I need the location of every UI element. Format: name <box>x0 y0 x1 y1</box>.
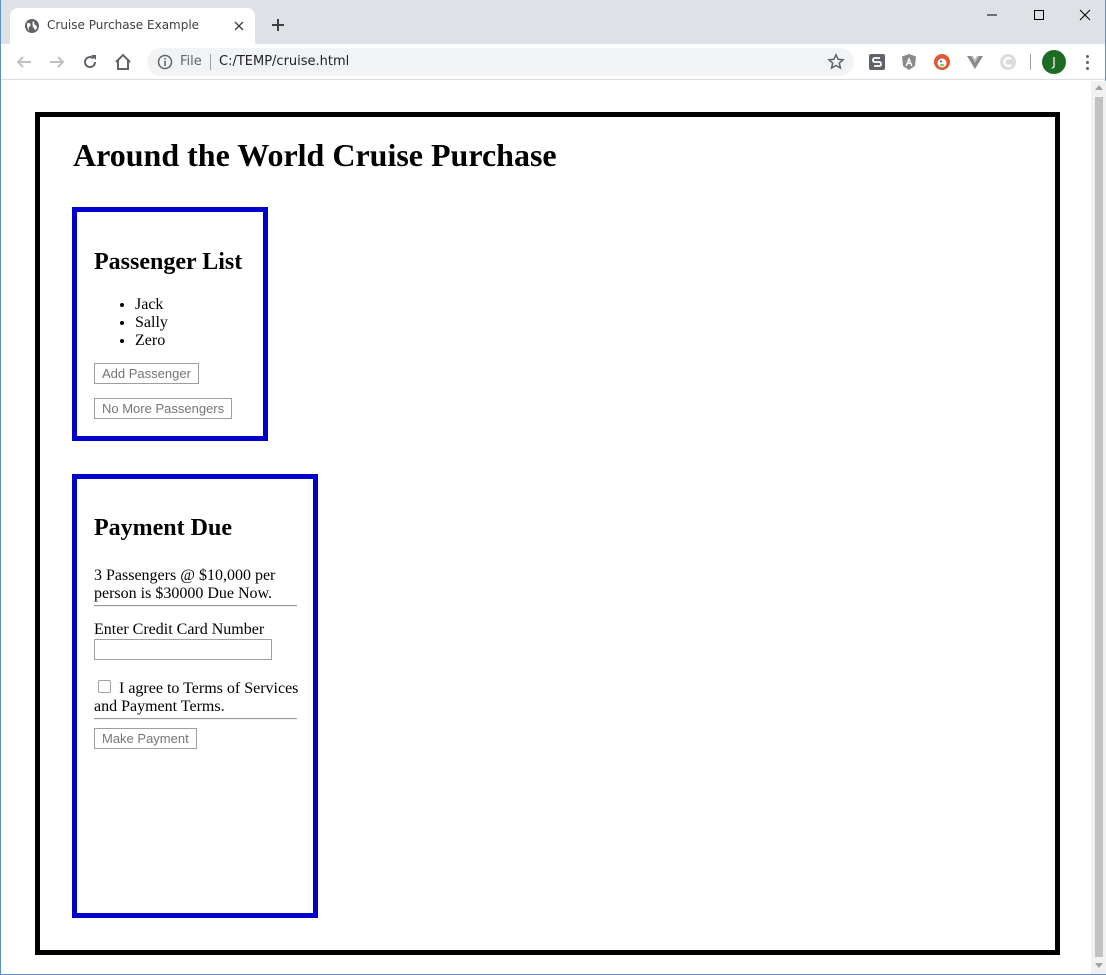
vertical-scrollbar[interactable] <box>1091 81 1106 974</box>
home-icon[interactable] <box>111 50 135 74</box>
credit-card-label: Enter Credit Card Number <box>94 621 265 638</box>
address-bar[interactable]: File C:/TEMP/cruise.html <box>147 48 854 76</box>
url-text[interactable]: C:/TEMP/cruise.html <box>219 54 349 69</box>
list-item: Sally <box>135 314 168 332</box>
scrollbar-thumb[interactable] <box>1095 97 1103 957</box>
duckduckgo-icon[interactable] <box>932 52 952 72</box>
passenger-list: Jack Sally Zero <box>94 296 168 350</box>
profile-avatar[interactable]: J <box>1042 50 1066 74</box>
forward-arrow-icon[interactable] <box>45 50 69 74</box>
title-bar: Cruise Purchase Example <box>1 0 1105 44</box>
menu-kebab-icon[interactable] <box>1079 52 1095 72</box>
list-item: Jack <box>135 296 168 314</box>
credit-card-input[interactable] <box>94 639 272 660</box>
tab-title: Cruise Purchase Example <box>47 18 200 32</box>
close-window-icon[interactable] <box>1062 4 1106 26</box>
payment-due-panel: Payment Due 3 Passengers @ $10,000 per p… <box>72 474 318 918</box>
divider <box>94 605 297 607</box>
maximize-icon[interactable] <box>1016 4 1062 26</box>
toolbar-separator <box>1030 54 1031 70</box>
terms-checkbox[interactable] <box>98 680 111 693</box>
passenger-list-panel: Passenger List Jack Sally Zero Add Passe… <box>72 207 268 441</box>
angular-shield-icon[interactable] <box>899 52 919 72</box>
tab-close-icon[interactable] <box>230 17 248 35</box>
add-passenger-button[interactable]: Add Passenger <box>94 363 199 384</box>
page-viewport: Around the World Cruise Purchase Passeng… <box>1 81 1091 974</box>
passenger-list-heading: Passenger List <box>94 249 243 275</box>
globe-icon <box>25 19 39 33</box>
new-tab-plus-icon[interactable] <box>267 14 289 36</box>
reload-icon[interactable] <box>78 50 102 74</box>
browser-tab[interactable]: Cruise Purchase Example <box>10 8 255 44</box>
list-item: Zero <box>135 332 168 350</box>
minimize-icon[interactable] <box>969 4 1015 26</box>
scroll-down-arrow-icon[interactable] <box>1095 963 1103 968</box>
page-title: Around the World Cruise Purchase <box>73 137 557 173</box>
url-separator <box>210 54 211 70</box>
browser-toolbar: File C:/TEMP/cruise.html J <box>1 44 1105 80</box>
bookmark-star-icon[interactable] <box>827 53 845 71</box>
info-icon[interactable] <box>157 54 173 70</box>
make-payment-button[interactable]: Make Payment <box>94 728 197 749</box>
divider <box>94 718 297 720</box>
no-more-passengers-button[interactable]: No More Passengers <box>94 398 233 419</box>
circle-c-extension-icon[interactable] <box>998 52 1018 72</box>
extension-s-icon[interactable] <box>867 52 887 72</box>
payment-summary: 3 Passengers @ $10,000 per person is $30… <box>94 567 276 602</box>
url-scheme-label: File <box>180 54 202 69</box>
vue-devtools-icon[interactable] <box>965 52 985 72</box>
terms-label: I agree to Terms of Services and Payment… <box>94 680 299 715</box>
payment-due-heading: Payment Due <box>94 515 232 541</box>
scroll-up-arrow-icon[interactable] <box>1095 85 1103 90</box>
back-arrow-icon[interactable] <box>12 50 36 74</box>
